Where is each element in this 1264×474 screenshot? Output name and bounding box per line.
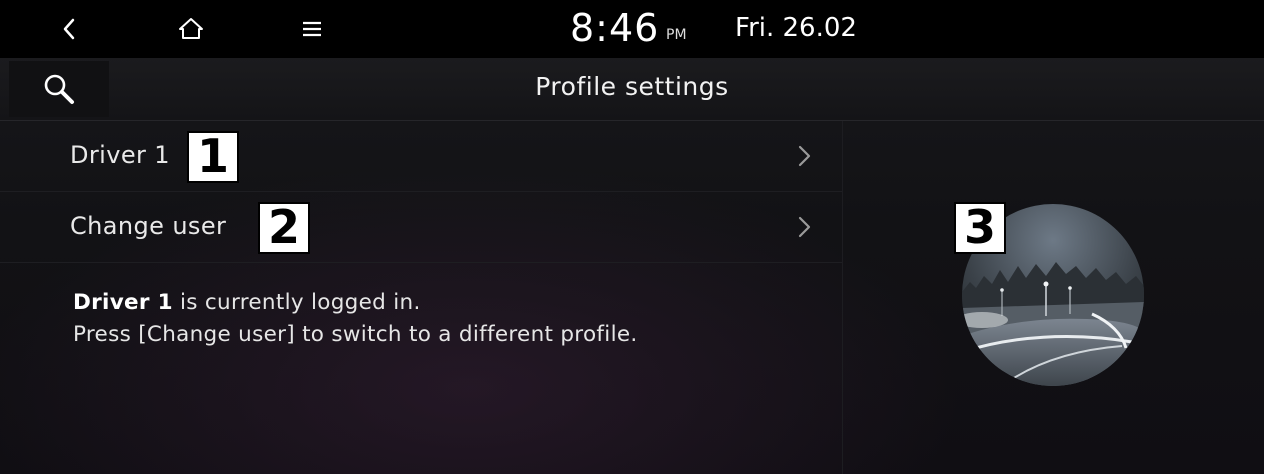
info-line-2: Press [Change user] to switch to a diffe…	[73, 322, 638, 347]
chevron-right-icon	[798, 216, 811, 238]
callout-marker: 1	[187, 131, 239, 183]
callout-marker: 3	[954, 202, 1006, 254]
title-bar: Profile settings	[0, 58, 1264, 121]
clock-time: 8:46	[570, 6, 660, 50]
callout-marker: 2	[258, 202, 310, 254]
profile-settings-screen: Profile settings Driver 1 1 Change user …	[0, 58, 1264, 474]
list-item-driver[interactable]: Driver 1	[0, 121, 842, 192]
current-user-name: Driver 1	[73, 290, 173, 315]
menu-button[interactable]	[290, 8, 334, 50]
status-bar: 8:46 PM Fri. 26.02	[0, 0, 1264, 58]
list-item-label: Change user	[70, 212, 227, 240]
info-line-1-rest: is currently logged in.	[172, 290, 421, 315]
date: Fri. 26.02	[735, 13, 857, 43]
login-info-text: Driver 1 is currently logged in. Press […	[73, 287, 638, 351]
chevron-left-icon	[63, 18, 75, 40]
home-button[interactable]	[169, 8, 213, 50]
panel-divider	[842, 121, 843, 474]
back-button[interactable]	[47, 8, 91, 50]
page-title: Profile settings	[535, 72, 729, 101]
info-line-1: Driver 1 is currently logged in.	[73, 287, 638, 319]
clock-ampm: PM	[666, 27, 687, 43]
home-icon	[179, 18, 203, 39]
list-item-change-user[interactable]: Change user	[0, 192, 842, 263]
list-item-label: Driver 1	[70, 141, 170, 169]
hamburger-menu-icon	[303, 21, 321, 37]
chevron-right-icon	[798, 145, 811, 167]
